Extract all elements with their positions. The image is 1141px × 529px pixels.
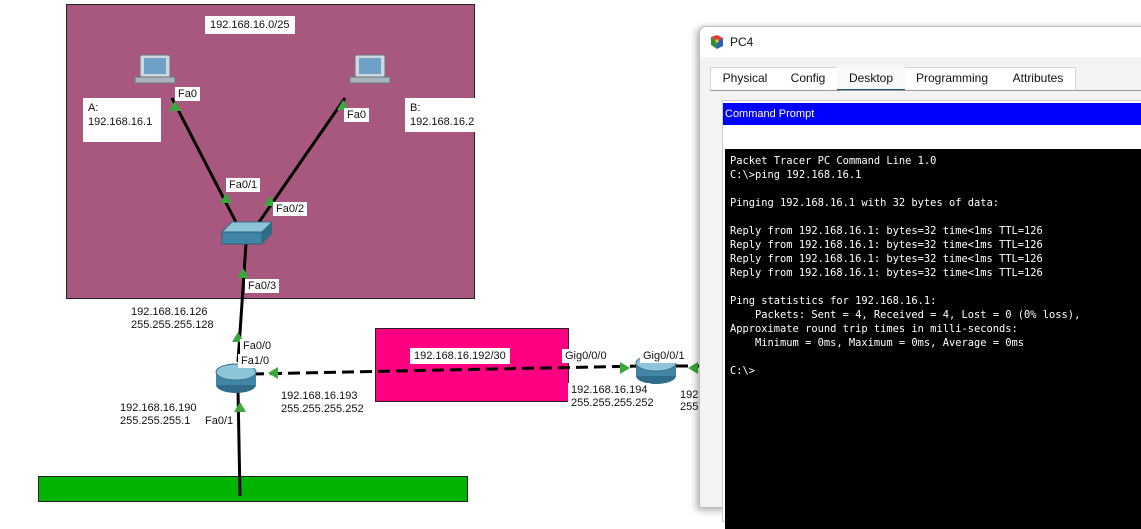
pc4-window[interactable]: PC4 Physical Config Desktop Programming … <box>699 26 1141 529</box>
tab-config[interactable]: Config <box>780 67 836 89</box>
port-marker <box>268 367 278 379</box>
pc-b-ip: 192.168.16.2 <box>410 116 475 128</box>
switch-icon <box>220 221 274 245</box>
router1-fa01-mask: 255.255.255.1 <box>117 414 194 428</box>
router1-fa10-mask: 255.255.255.252 <box>278 402 367 416</box>
router1-fa00-mask: 255.255.255.128 <box>128 318 217 332</box>
router2-gig000-ip: 192.168.16.194 <box>568 383 651 397</box>
topology-links <box>134 54 699 496</box>
router1-fa00-label: Fa0/0 <box>240 339 275 353</box>
switch-port-fa01: Fa0/1 <box>226 178 261 192</box>
pc-b-port-label: Fa0 <box>344 108 369 122</box>
tab-attributes[interactable]: Attributes <box>1000 67 1076 89</box>
router2-gig000-label: Gig0/0/0 <box>562 349 610 363</box>
tab-physical[interactable]: Physical <box>712 67 778 89</box>
pc-a-name: A: <box>88 102 99 114</box>
router1-fa01-ip: 192.168.16.190 <box>117 401 200 415</box>
router1-fa10-label: Fa1/0 <box>238 354 273 368</box>
pc-a-port-label: Fa0 <box>175 87 200 101</box>
link-router1-router2 <box>251 364 641 376</box>
router2-gig000-mask: 255.255.255.252 <box>568 396 657 410</box>
terminal-output: Packet Tracer PC Command Line 1.0 C:\>pi… <box>730 155 1081 377</box>
router1-icon <box>215 363 257 393</box>
pc-a-info: A: 192.168.16.1 <box>83 98 161 142</box>
router1-fa10-ip: 192.168.16.193 <box>278 389 361 403</box>
port-marker <box>688 362 698 374</box>
pc-a-icon <box>134 54 176 84</box>
link-pc-a-switch <box>170 97 242 231</box>
command-prompt-terminal[interactable]: Packet Tracer PC Command Line 1.0 C:\>pi… <box>725 149 1141 529</box>
window-title: PC4 <box>730 35 754 49</box>
window-titlebar[interactable]: PC4 <box>700 27 1141 57</box>
packet-tracer-icon <box>711 35 723 49</box>
wan-network-label: 192.168.16.192/30 <box>410 348 510 364</box>
router2-gig001-mask-partial: 255 <box>677 400 702 414</box>
port-marker <box>237 268 249 278</box>
tab-desktop[interactable]: Desktop <box>837 67 905 91</box>
router2-gig001-label: Gig0/0/1 <box>640 349 688 363</box>
lan-network-label: 192.168.16.0/25 <box>205 16 295 34</box>
pc-a-ip: 192.168.16.1 <box>88 116 153 128</box>
pc-b-info: B: 192.168.16.2 <box>405 98 485 132</box>
tab-programming[interactable]: Programming <box>906 67 998 89</box>
pc-b-icon <box>349 54 391 84</box>
port-marker <box>620 362 630 374</box>
switch-port-fa02: Fa0/2 <box>273 202 308 216</box>
switch-port-fa03: Fa0/3 <box>245 279 280 293</box>
tab-divider <box>710 90 1141 91</box>
router1-fa00-ip: 192.168.16.126 <box>128 305 211 319</box>
router1-fa01-label: Fa0/1 <box>202 414 237 428</box>
port-marker <box>234 402 246 412</box>
pc-b-name: B: <box>410 102 421 114</box>
desktop-panel: Command Prompt Packet Tracer PC Command … <box>722 100 1141 529</box>
command-prompt-header: Command Prompt <box>723 103 1141 125</box>
port-marker <box>169 101 181 111</box>
